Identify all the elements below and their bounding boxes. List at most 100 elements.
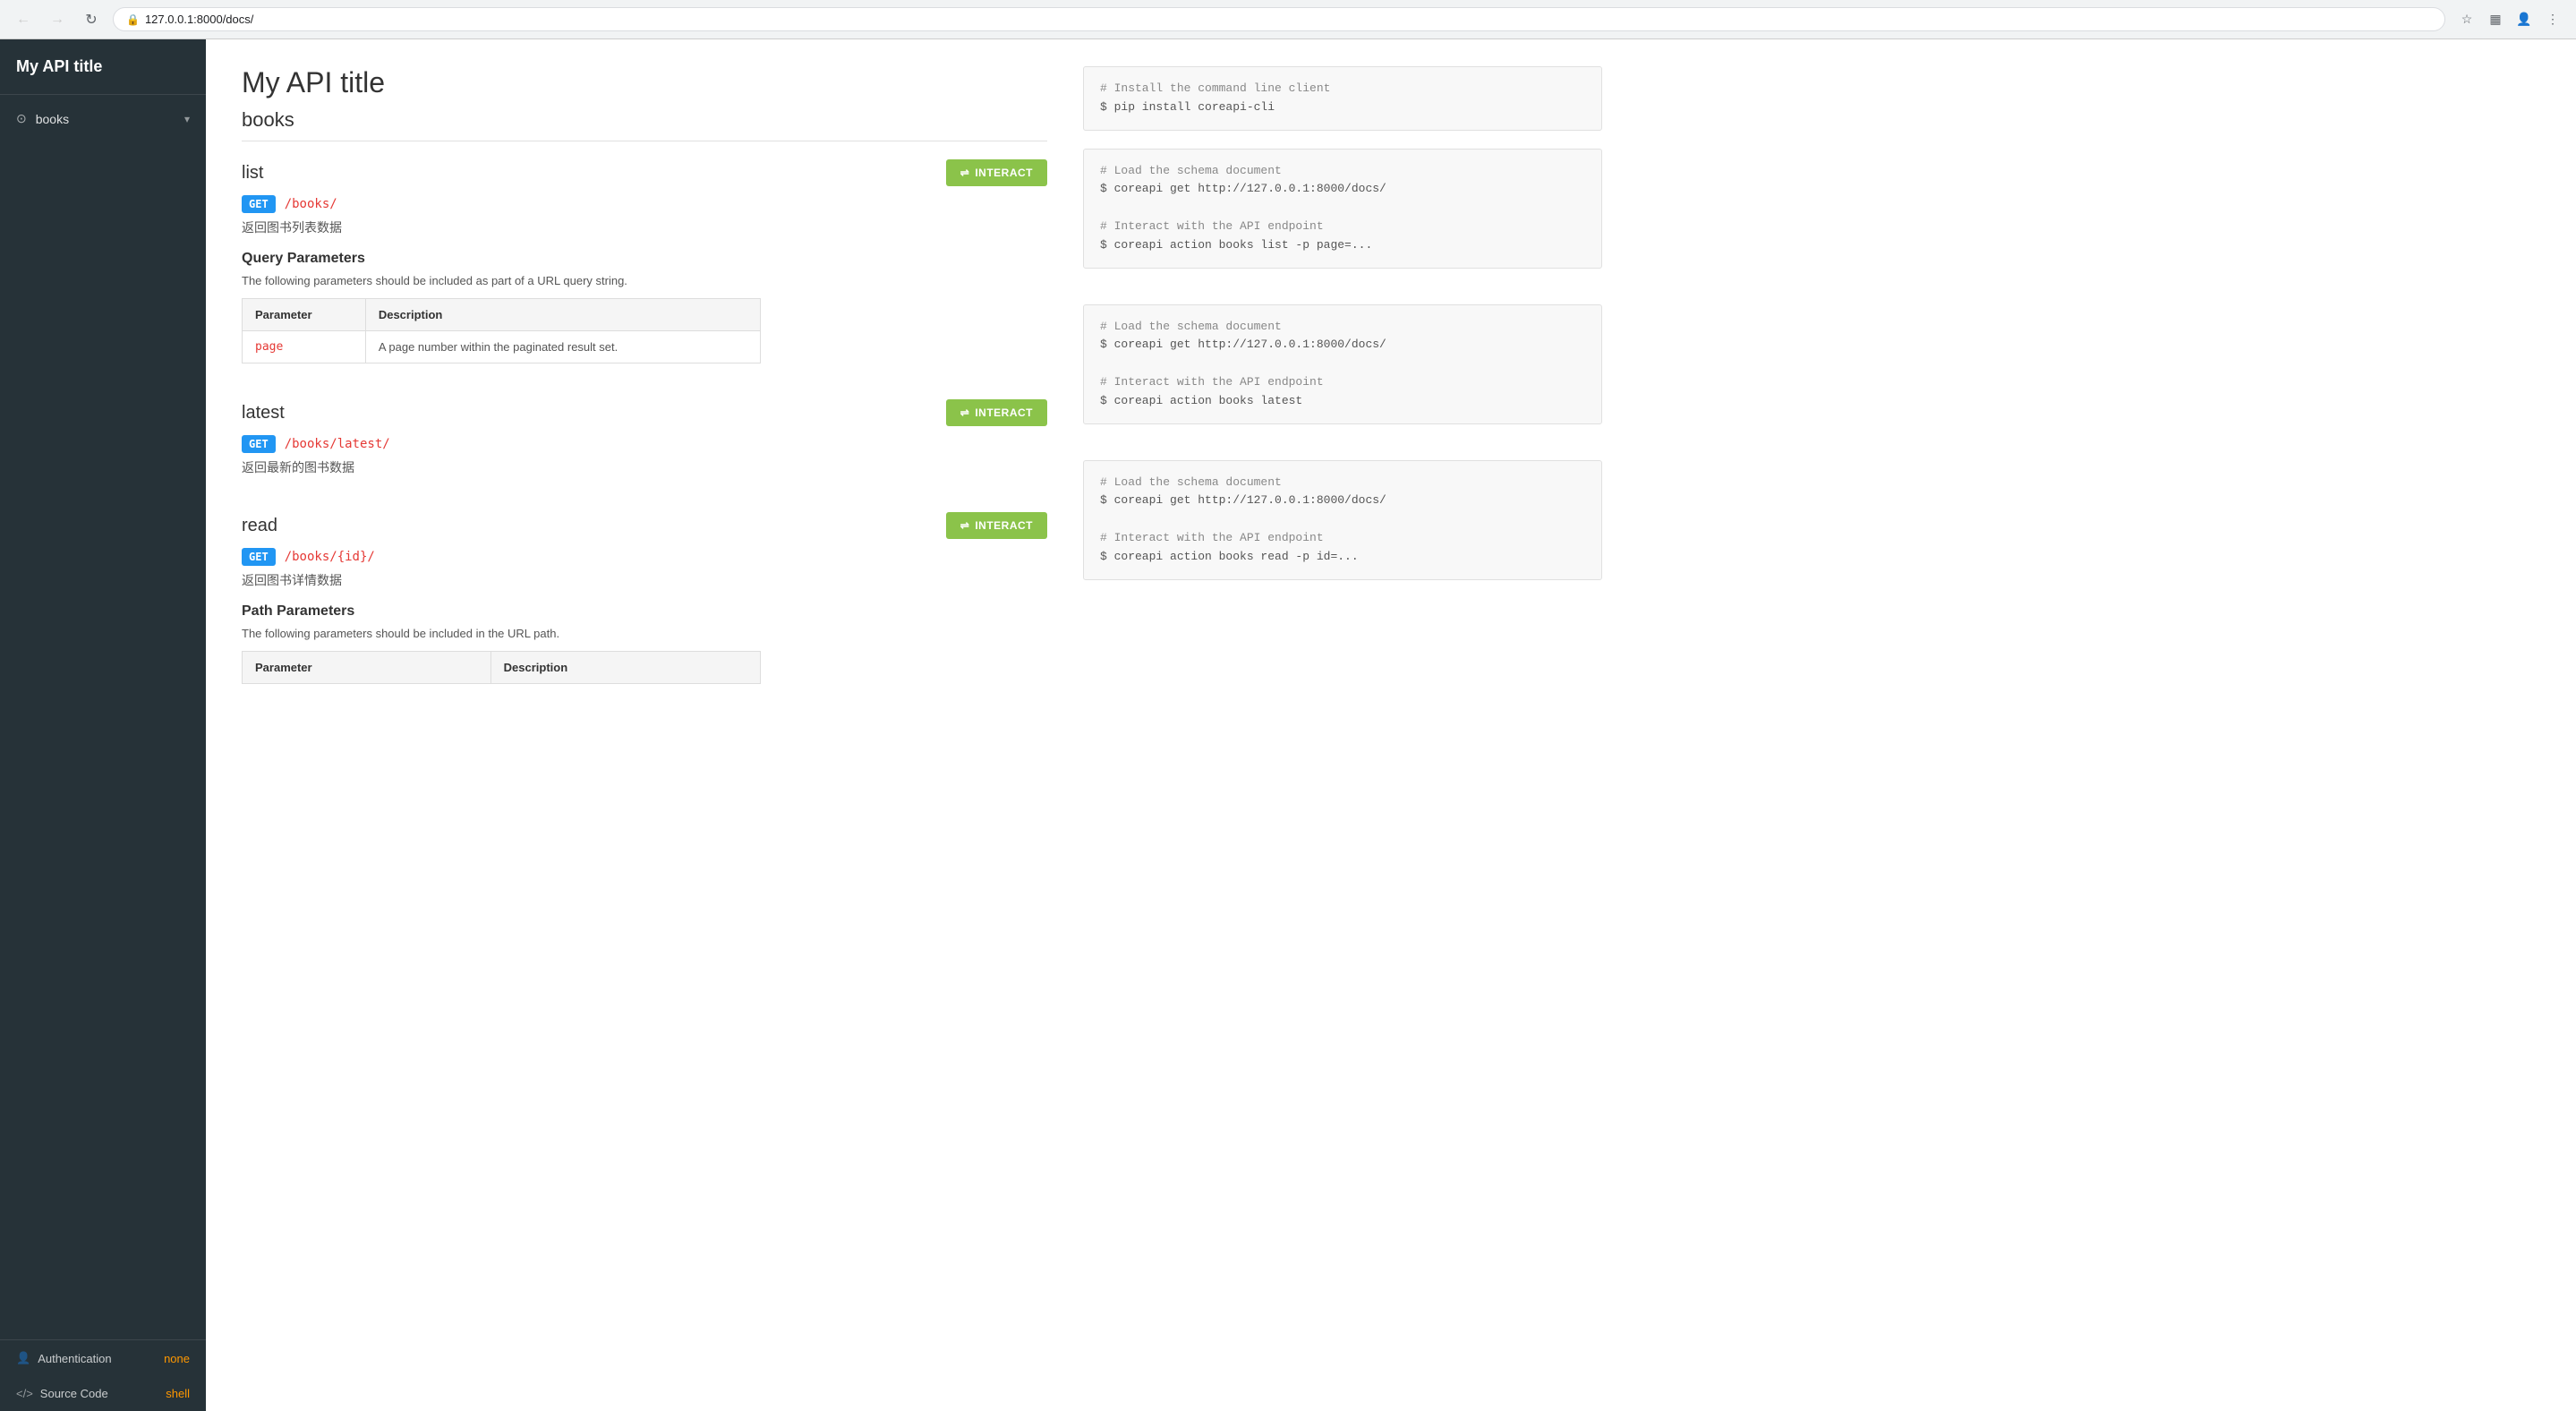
source-code-label: Source Code — [40, 1387, 108, 1400]
read-params-table: Parameter Description — [242, 651, 761, 684]
read-route-path: /books/{id}/ — [285, 550, 375, 564]
menu-button[interactable]: ⋮ — [2540, 7, 2565, 32]
read-path-params-desc: The following parameters should be inclu… — [242, 627, 1047, 640]
sidebar-source-left: </> Source Code — [16, 1387, 108, 1400]
list-params-table: Parameter Description page A page number… — [242, 298, 761, 363]
list-code-cmd1: $ coreapi get http://127.0.0.1:8000/docs… — [1100, 182, 1386, 195]
endpoint-latest: latest ⇌ INTERACT GET /books/latest/ 返回最… — [242, 399, 1047, 476]
read-code-cmd2: $ coreapi action books read -p id=... — [1100, 550, 1359, 563]
latest-code-comment2: # Interact with the API endpoint — [1100, 375, 1324, 389]
endpoint-read-route: GET /books/{id}/ — [242, 548, 1047, 566]
list-code-cmd2: $ coreapi action books list -p page=... — [1100, 238, 1372, 252]
list-param-row-page: page A page number within the paginated … — [243, 331, 761, 363]
endpoint-list-header: list ⇌ INTERACT — [242, 159, 1047, 186]
install-code-comment: # Install the command line client — [1100, 81, 1330, 95]
read-code-cmd1: $ coreapi get http://127.0.0.1:8000/docs… — [1100, 493, 1386, 507]
list-query-params-desc: The following parameters should be inclu… — [242, 274, 1047, 287]
list-interact-button[interactable]: ⇌ INTERACT — [946, 159, 1047, 186]
sidebar-item-books[interactable]: ⊙ books ▾ — [0, 102, 206, 135]
endpoint-latest-header: latest ⇌ INTERACT — [242, 399, 1047, 426]
latest-code-cmd1: $ coreapi get http://127.0.0.1:8000/docs… — [1100, 338, 1386, 351]
auth-label: Authentication — [38, 1352, 111, 1365]
sidebar-nav: ⊙ books ▾ — [0, 95, 206, 1339]
bookmark-button[interactable]: ☆ — [2454, 7, 2479, 32]
list-method-badge: GET — [242, 195, 276, 213]
install-code-command: $ pip install coreapi-cli — [1100, 100, 1275, 114]
list-code-wrapper: # Load the schema document $ coreapi get… — [1083, 149, 1602, 269]
read-param-col-header: Parameter — [243, 652, 491, 684]
latest-code-cmd2: $ coreapi action books latest — [1100, 394, 1302, 407]
address-bar[interactable]: 🔒 127.0.0.1:8000/docs/ — [113, 7, 2445, 31]
latest-route-path: /books/latest/ — [285, 437, 390, 451]
read-interact-label: INTERACT — [975, 519, 1033, 532]
content-left: My API title books list ⇌ INTERACT GET / — [242, 66, 1047, 1384]
endpoint-read-header: read ⇌ INTERACT — [242, 512, 1047, 539]
list-param-name: page — [243, 331, 366, 363]
profile-button[interactable]: 👤 — [2512, 7, 2537, 32]
read-code-wrapper: # Load the schema document $ coreapi get… — [1083, 460, 1602, 580]
lock-icon: 🔒 — [126, 13, 140, 26]
latest-interact-label: INTERACT — [975, 406, 1033, 419]
read-code-comment2: # Interact with the API endpoint — [1100, 531, 1324, 544]
read-description: 返回图书详情数据 — [242, 571, 1047, 589]
latest-code-block: # Load the schema document $ coreapi get… — [1083, 304, 1602, 424]
endpoint-latest-title: latest — [242, 403, 285, 423]
sidebar-title: My API title — [0, 39, 206, 95]
qr-button[interactable]: ▦ — [2483, 7, 2508, 32]
url-text: 127.0.0.1:8000/docs/ — [145, 13, 253, 26]
list-param-desc: A page number within the paginated resul… — [365, 331, 760, 363]
browser-chrome: ← → ↻ 🔒 127.0.0.1:8000/docs/ ☆ ▦ 👤 ⋮ — [0, 0, 2576, 39]
sidebar-footer: 👤 Authentication none </> Source Code sh… — [0, 1339, 206, 1411]
endpoint-list-route: GET /books/ — [242, 195, 1047, 213]
list-code-block: # Load the schema document $ coreapi get… — [1083, 149, 1602, 269]
latest-method-badge: GET — [242, 435, 276, 453]
list-query-params-title: Query Parameters — [242, 251, 1047, 267]
auth-badge: none — [164, 1352, 190, 1365]
reload-button[interactable]: ↻ — [79, 7, 104, 32]
endpoint-read-title: read — [242, 516, 277, 536]
list-interact-label: INTERACT — [975, 167, 1033, 179]
interact-icon-latest: ⇌ — [960, 406, 970, 419]
auth-person-icon: 👤 — [16, 1351, 30, 1365]
endpoint-latest-route: GET /books/latest/ — [242, 435, 1047, 453]
forward-button[interactable]: → — [45, 7, 70, 32]
sidebar-auth-left: 👤 Authentication — [16, 1351, 112, 1365]
latest-interact-button[interactable]: ⇌ INTERACT — [946, 399, 1047, 426]
back-button[interactable]: ← — [11, 7, 36, 32]
source-code-icon: </> — [16, 1387, 33, 1400]
app-layout: My API title ⊙ books ▾ 👤 Authentication … — [0, 39, 2576, 1411]
interact-icon-list: ⇌ — [960, 167, 970, 179]
books-chevron-icon: ▾ — [184, 113, 190, 125]
sidebar-item-books-left: ⊙ books — [16, 111, 69, 126]
read-desc-col-header: Description — [490, 652, 760, 684]
list-route-path: /books/ — [285, 197, 337, 211]
books-section-title: books — [242, 108, 1047, 141]
list-param-col-header: Parameter — [243, 299, 366, 331]
read-code-block: # Load the schema document $ coreapi get… — [1083, 460, 1602, 580]
source-code-badge: shell — [166, 1387, 190, 1400]
latest-description: 返回最新的图书数据 — [242, 458, 1047, 476]
latest-code-wrapper: # Load the schema document $ coreapi get… — [1083, 304, 1602, 424]
content-area: My API title books list ⇌ INTERACT GET / — [206, 39, 1638, 1411]
browser-actions: ☆ ▦ 👤 ⋮ — [2454, 7, 2565, 32]
page-title: My API title — [242, 66, 1047, 99]
sidebar-item-books-label: books — [36, 112, 69, 126]
sidebar-item-authentication[interactable]: 👤 Authentication none — [0, 1340, 206, 1376]
install-code-block: # Install the command line client $ pip … — [1083, 66, 1602, 131]
list-description: 返回图书列表数据 — [242, 218, 1047, 236]
read-code-comment1: # Load the schema document — [1100, 475, 1282, 489]
read-path-params-title: Path Parameters — [242, 603, 1047, 620]
interact-icon-read: ⇌ — [960, 519, 970, 532]
endpoint-list: list ⇌ INTERACT GET /books/ 返回图书列表数据 Que… — [242, 159, 1047, 363]
list-desc-col-header: Description — [365, 299, 760, 331]
read-method-badge: GET — [242, 548, 276, 566]
list-code-comment1: # Load the schema document — [1100, 164, 1282, 177]
sidebar-item-source-code[interactable]: </> Source Code shell — [0, 1376, 206, 1411]
sidebar: My API title ⊙ books ▾ 👤 Authentication … — [0, 39, 206, 1411]
list-code-comment2: # Interact with the API endpoint — [1100, 219, 1324, 233]
read-interact-button[interactable]: ⇌ INTERACT — [946, 512, 1047, 539]
books-circle-icon: ⊙ — [16, 111, 27, 126]
content-right: # Install the command line client $ pip … — [1083, 66, 1602, 1384]
latest-code-comment1: # Load the schema document — [1100, 320, 1282, 333]
main-content: My API title books list ⇌ INTERACT GET / — [206, 39, 2576, 1411]
